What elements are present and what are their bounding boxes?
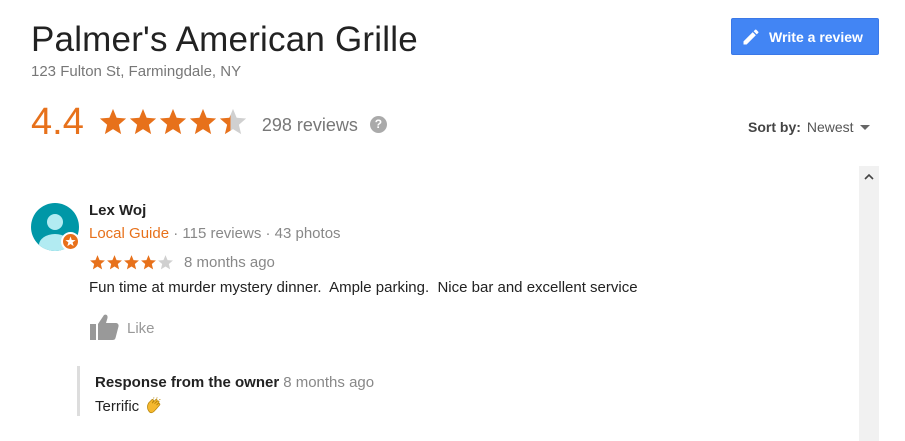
review-count-link[interactable]: 298 reviews (262, 115, 358, 136)
review-star-icon (158, 255, 173, 270)
sort-value: Newest (806, 119, 854, 135)
review-rating: 8 months ago (89, 254, 275, 271)
review-star-icon (124, 255, 139, 270)
owner-response-text: Terrific (95, 398, 140, 415)
write-review-label: Write a review (769, 28, 863, 45)
reviewer-stats: · 115 reviews · 43 photos (169, 225, 341, 242)
reviewer-name[interactable]: Lex Woj (89, 202, 146, 219)
review-star-icon (90, 255, 105, 270)
summary-star-icon (129, 108, 156, 135)
clapping-hands-icon (147, 397, 161, 414)
owner-response-title: Response from the owner (95, 374, 280, 391)
scroll-up-icon[interactable] (862, 170, 876, 184)
local-guide-badge-icon (61, 232, 80, 251)
local-guide-label[interactable]: Local Guide (89, 225, 169, 242)
pencil-icon (743, 28, 759, 44)
summary-star-icon (219, 108, 246, 135)
review-star-icon (141, 255, 156, 270)
place-title: Palmer's American Grille (31, 20, 418, 59)
like-label: Like (127, 320, 155, 337)
chevron-down-icon (859, 124, 870, 130)
sort-dropdown[interactable]: Sort by: Newest (748, 119, 870, 135)
owner-response-time: 8 months ago (283, 374, 375, 391)
write-review-button[interactable]: Write a review (731, 18, 879, 55)
sort-label: Sort by: (748, 119, 801, 135)
place-address: 123 Fulton St, Farmingdale, NY (31, 63, 242, 80)
review-star-icon (107, 255, 122, 270)
rating-stars (98, 107, 248, 137)
owner-response-heading: Response from the owner 8 months ago (95, 374, 374, 391)
question-circle-icon[interactable]: ? (369, 115, 387, 133)
like-button[interactable]: Like (89, 313, 155, 341)
owner-response-body: Terrific (95, 397, 164, 416)
rating-summary: 4.4 298 reviews ? (31, 100, 387, 144)
owner-response: Response from the owner 8 months ago Terr… (77, 366, 477, 416)
reviewer-meta: Local Guide · 115 reviews · 43 photos (89, 225, 341, 242)
review-time: 8 months ago (184, 254, 275, 271)
summary-star-icon (99, 108, 126, 135)
summary-star-icon (159, 108, 186, 135)
review-text: Fun time at murder mystery dinner. Ample… (89, 279, 638, 296)
reviews-scrollbar[interactable] (859, 166, 879, 441)
review-stars (89, 254, 174, 271)
summary-star-icon (189, 108, 216, 135)
rating-value: 4.4 (31, 100, 84, 143)
thumbs-up-icon (90, 314, 119, 340)
